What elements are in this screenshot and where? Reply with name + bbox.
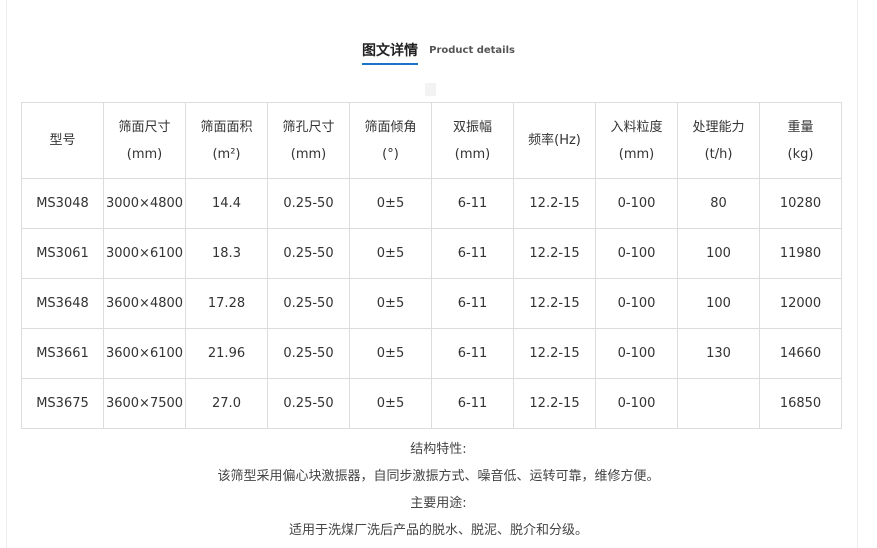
table-cell: 10280 (759, 178, 842, 229)
column-header-unit: (mm) (454, 146, 491, 162)
column-header-unit: (mm) (290, 146, 327, 162)
usage-text: 适用于洗煤厂洗后产品的脱水、脱泥、脱介和分级。 (288, 523, 588, 538)
column-header: 双振幅 (mm) (431, 102, 514, 179)
table-cell: MS3661 (21, 328, 104, 379)
table-cell: 14.4 (185, 178, 268, 229)
table-cell: 16850 (759, 378, 842, 429)
table-cell: 12000 (759, 278, 842, 329)
column-header-unit: (kg) (787, 146, 814, 162)
table-cell: 0±5 (349, 328, 432, 379)
table-cell: 12.2-15 (513, 328, 596, 379)
table-cell: 6-11 (431, 328, 514, 379)
table-cell: 0±5 (349, 278, 432, 329)
column-header: 筛面倾角 (°) (349, 102, 432, 179)
table-cell: 0-100 (595, 278, 678, 329)
column-header-label: 筛面面积 (200, 119, 253, 135)
table-row: MS3675 3600×7500 27.0 0.25-50 0±5 6-11 12.2-15… (21, 378, 842, 429)
structure-title: 结构特性: (410, 442, 467, 457)
table-cell: 0.25-50 (267, 178, 350, 229)
table-cell: 12.2-15 (513, 228, 596, 279)
column-header-unit: (mm) (126, 146, 163, 162)
column-header-unit: (t/h) (704, 146, 733, 162)
table-cell: MS3675 (21, 378, 104, 429)
column-header: 筛孔尺寸 (mm) (267, 102, 350, 179)
section-heading: 图文详情 Product details (0, 40, 877, 65)
table-cell: 130 (677, 328, 760, 379)
table-cell: 6-11 (431, 228, 514, 279)
table-header-row: 型号 筛面尺寸 (mm) 筛面面积 (m²) 筛孔尺寸 (mm) 筛面倾角 (°) 双振幅 (mm)… (21, 102, 842, 179)
table-cell: MS3061 (21, 228, 104, 279)
table-cell: 6-11 (431, 178, 514, 229)
table-cell: 0±5 (349, 228, 432, 279)
column-header-label: 频率(Hz) (528, 133, 581, 148)
table-cell: 0-100 (595, 178, 678, 229)
table-cell: 0.25-50 (267, 378, 350, 429)
column-header-unit: (°) (382, 146, 399, 162)
column-header-label: 型号 (49, 133, 76, 148)
table-cell: 0-100 (595, 228, 678, 279)
table-cell: 100 (677, 278, 760, 329)
column-header: 筛面面积 (m²) (185, 102, 268, 179)
table-cell: 17.28 (185, 278, 268, 329)
product-notes: 结构特性: 该筛型采用偏心块激振器，自同步激振方式、噪音低、运转可靠，维修方便。… (0, 436, 877, 544)
column-header-unit: (m²) (212, 146, 241, 162)
column-header: 重量 (kg) (759, 102, 842, 179)
table-row: MS3048 3000×4800 14.4 0.25-50 0±5 6-11 12.2-15… (21, 178, 842, 229)
table-cell: 100 (677, 228, 760, 279)
table-cell: 21.96 (185, 328, 268, 379)
table-cell: 6-11 (431, 378, 514, 429)
table-row: MS3661 3600×6100 21.96 0.25-50 0±5 6-11 12.2-1… (21, 328, 842, 379)
column-header: 筛面尺寸 (mm) (103, 102, 186, 179)
table-cell: 3000×4800 (103, 178, 186, 229)
column-header-unit: (mm) (618, 146, 655, 162)
table-cell: 0±5 (349, 378, 432, 429)
table-row: MS3648 3600×4800 17.28 0.25-50 0±5 6-11 12.2-1… (21, 278, 842, 329)
table-cell: 0-100 (595, 378, 678, 429)
table-cell: 3600×6100 (103, 328, 186, 379)
table-cell: MS3048 (21, 178, 104, 229)
column-header-label: 处理能力 (692, 119, 745, 135)
table-cell: 6-11 (431, 278, 514, 329)
table-cell: 0±5 (349, 178, 432, 229)
table-cell: 12.2-15 (513, 178, 596, 229)
table-cell: 80 (677, 178, 760, 229)
table-cell: 12.2-15 (513, 378, 596, 429)
table-cell: 12.2-15 (513, 278, 596, 329)
table-cell: 0.25-50 (267, 328, 350, 379)
placeholder-image-icon (425, 83, 436, 96)
structure-text: 该筛型采用偏心块激振器，自同步激振方式、噪音低、运转可靠，维修方便。 (217, 469, 660, 484)
column-header: 型号 (21, 102, 104, 179)
table-cell: 18.3 (185, 228, 268, 279)
table-cell: MS3648 (21, 278, 104, 329)
table-cell: 27.0 (185, 378, 268, 429)
section-subtitle: Product details (429, 45, 515, 56)
column-header-label: 筛面倾角 (364, 119, 417, 135)
table-cell: 0.25-50 (267, 278, 350, 329)
table-cell: 0.25-50 (267, 228, 350, 279)
table-cell: 11980 (759, 228, 842, 279)
table-cell: 3600×7500 (103, 378, 186, 429)
column-header-label: 双振幅 (452, 119, 492, 135)
table-body: MS3048 3000×4800 14.4 0.25-50 0±5 6-11 12.2-15… (21, 178, 842, 429)
column-header: 频率(Hz) (513, 102, 596, 179)
column-header-label: 入料粒度 (610, 119, 663, 135)
column-header: 处理能力 (t/h) (677, 102, 760, 179)
spec-table: 型号 筛面尺寸 (mm) 筛面面积 (m²) 筛孔尺寸 (mm) 筛面倾角 (°) 双振幅 (mm)… (21, 102, 842, 429)
table-cell: 3600×4800 (103, 278, 186, 329)
usage-title: 主要用途: (410, 496, 467, 511)
table-cell (677, 378, 760, 429)
table-cell: 0-100 (595, 328, 678, 379)
table-cell: 14660 (759, 328, 842, 379)
column-header-label: 筛孔尺寸 (282, 119, 335, 135)
column-header: 入料粒度 (mm) (595, 102, 678, 179)
column-header-label: 重量 (787, 119, 814, 135)
table-row: MS3061 3000×6100 18.3 0.25-50 0±5 6-11 12.2-15… (21, 228, 842, 279)
section-title: 图文详情 (362, 40, 419, 65)
column-header-label: 筛面尺寸 (118, 119, 171, 135)
table-cell: 3000×6100 (103, 228, 186, 279)
